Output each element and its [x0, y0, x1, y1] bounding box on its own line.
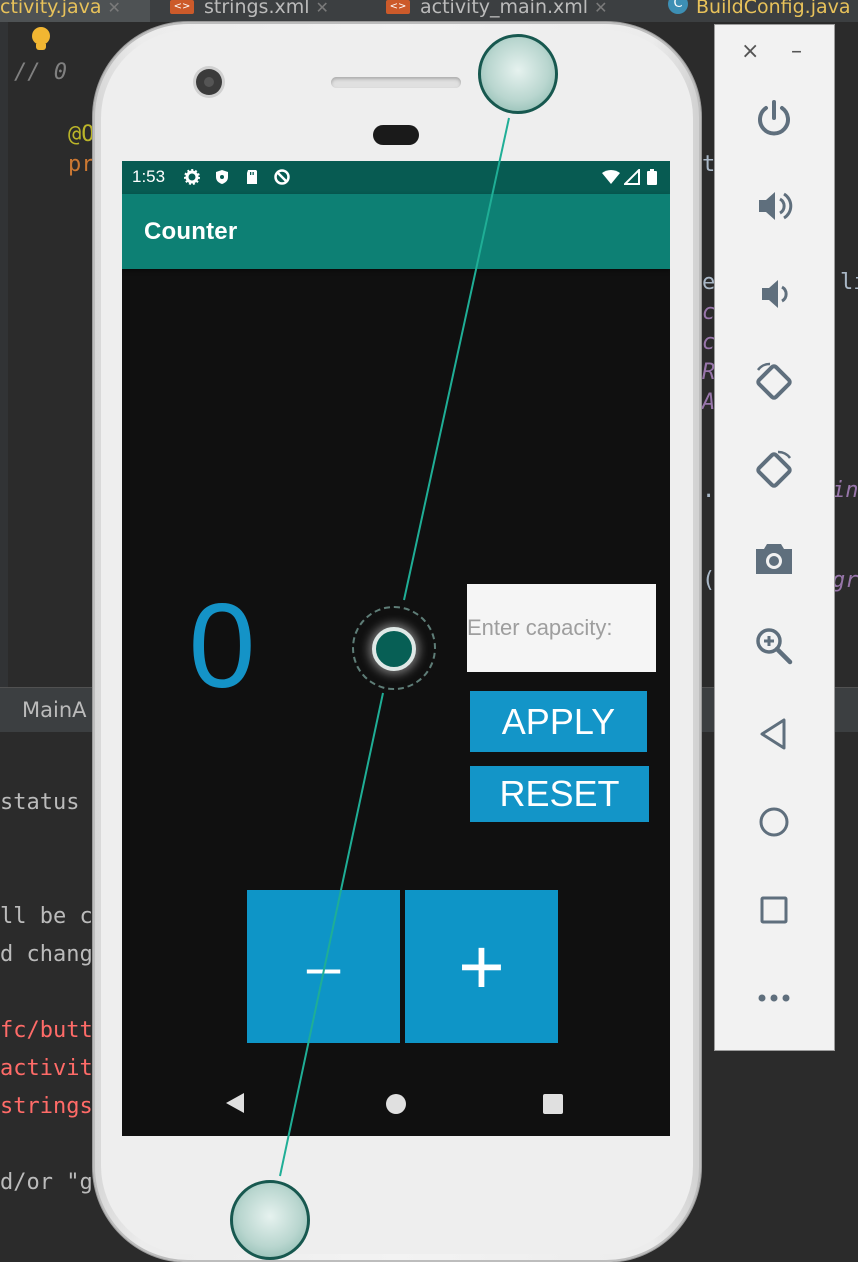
panel-tab-main[interactable]: MainA	[22, 698, 87, 722]
rotate-right-icon	[756, 450, 792, 488]
earpiece-speaker	[331, 77, 461, 88]
rotate-left-button[interactable]	[751, 359, 797, 405]
ide-tab-label: BuildConfig.java	[696, 0, 851, 18]
shield-icon	[216, 170, 228, 184]
rotate-right-button[interactable]	[751, 447, 797, 493]
back-icon	[760, 718, 786, 750]
volume-up-icon	[759, 192, 793, 220]
ide-tab-label: activity_main.xml	[420, 0, 589, 18]
increment-button[interactable]: +	[405, 890, 558, 1043]
apply-button[interactable]: APPLY	[470, 691, 647, 752]
code-fragment: gre	[832, 568, 858, 593]
ide-tab-label: strings.xml	[204, 0, 310, 18]
screenshot-button[interactable]	[751, 535, 797, 581]
more-button[interactable]	[751, 975, 797, 1021]
home-icon	[759, 807, 789, 837]
code-comment: // 0	[14, 60, 67, 85]
xml-file-icon: <>	[170, 0, 194, 14]
wifi-icon	[602, 170, 620, 184]
nav-home-icon[interactable]	[386, 1094, 406, 1114]
close-icon[interactable]: ✕	[316, 0, 329, 17]
status-time: 1:53	[132, 167, 166, 186]
power-icon	[758, 100, 790, 136]
camera-icon	[756, 544, 792, 574]
pinch-handle-top[interactable]	[478, 34, 558, 114]
proximity-sensor	[373, 125, 419, 145]
emulator-minimize-button[interactable]: –	[791, 39, 802, 64]
zoom-icon	[756, 628, 793, 665]
close-icon[interactable]: ✕	[108, 0, 121, 17]
ide-tab-bar: ctivity.java ✕ <> strings.xml ✕ <> activity_…	[0, 0, 858, 23]
settings-icon	[184, 169, 200, 185]
class-icon: C	[668, 0, 688, 14]
zoom-button[interactable]	[751, 623, 797, 669]
console-line[interactable]: fc/butt	[0, 1018, 93, 1043]
console-line: d/or "g	[0, 1170, 93, 1195]
console-line: ll be c	[0, 904, 93, 929]
console-line[interactable]: activit	[0, 1056, 93, 1081]
code-keyword: pr	[68, 152, 95, 177]
ide-tab-strings-xml[interactable]: <> strings.xml ✕	[170, 0, 365, 22]
home-button[interactable]	[751, 799, 797, 845]
nav-overview-icon[interactable]	[543, 1094, 563, 1114]
volume-up-button[interactable]	[751, 183, 797, 229]
front-camera	[196, 69, 222, 95]
data-saver-icon	[274, 169, 290, 185]
decrement-button[interactable]: –	[247, 890, 400, 1043]
console-line: d chang	[0, 942, 93, 967]
ide-tab-buildconfig-java[interactable]: C BuildConfig.java	[668, 0, 858, 22]
xml-file-icon: <>	[386, 0, 410, 14]
counter-value: 0	[188, 579, 256, 713]
code-annotation: @O	[68, 122, 95, 147]
close-icon[interactable]: ✕	[594, 0, 607, 17]
console-line[interactable]: strings	[0, 1094, 93, 1119]
pinch-handle-bottom[interactable]	[230, 1180, 310, 1260]
rotate-left-icon	[756, 362, 792, 400]
capacity-input[interactable]	[467, 584, 656, 672]
emulator-close-button[interactable]: ×	[741, 39, 759, 64]
emulator-toolbar: × –	[714, 24, 835, 1051]
volume-down-button[interactable]	[751, 271, 797, 317]
volume-down-icon	[762, 280, 788, 308]
status-bar: 1:53	[122, 161, 670, 194]
console-line: status	[0, 790, 80, 815]
touch-point[interactable]	[372, 627, 416, 671]
app-bar: Counter	[122, 194, 670, 269]
nav-back-icon[interactable]	[226, 1093, 244, 1113]
power-button[interactable]	[751, 95, 797, 141]
app-title: Counter	[144, 218, 238, 245]
overview-icon	[760, 896, 788, 924]
editor-gutter	[0, 22, 8, 687]
ide-tab-activity-main-xml[interactable]: <> activity_main.xml ✕	[386, 0, 641, 22]
code-fragment: int	[832, 478, 858, 503]
sd-card-icon	[247, 170, 257, 184]
back-button[interactable]	[751, 711, 797, 757]
lightbulb-icon[interactable]	[31, 27, 51, 53]
reset-button[interactable]: RESET	[470, 766, 649, 822]
more-icon	[758, 994, 790, 1002]
code-fragment: li	[840, 270, 858, 295]
battery-icon	[647, 169, 657, 185]
signal-icon	[624, 169, 640, 185]
overview-button[interactable]	[751, 887, 797, 933]
ide-tab-activity-java[interactable]: ctivity.java ✕	[0, 0, 150, 22]
ide-tab-label: ctivity.java	[0, 0, 102, 18]
